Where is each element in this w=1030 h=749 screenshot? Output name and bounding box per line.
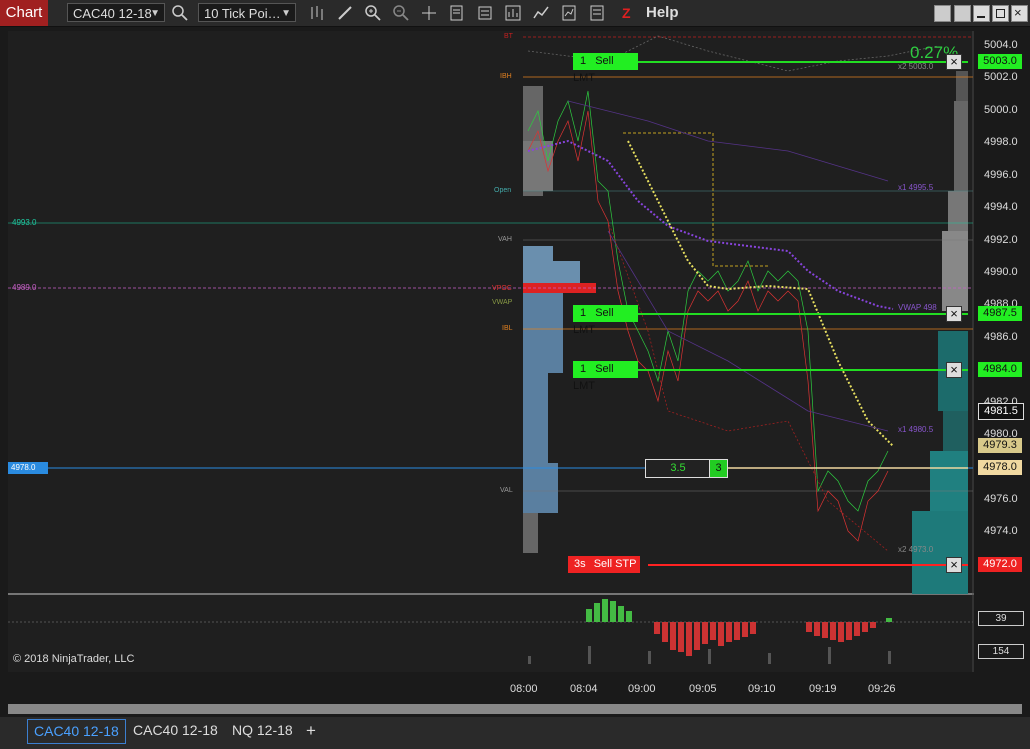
crosshair-icon[interactable] bbox=[420, 4, 438, 22]
price-flag-order-3[interactable]: 4984.0 bbox=[978, 362, 1022, 377]
time-axis[interactable]: 08:00 08:04 09:00 09:05 09:10 09:19 09:2… bbox=[8, 681, 974, 701]
indicator-label-x1-upper: x1 4995.5 bbox=[898, 183, 934, 192]
maximize-button[interactable] bbox=[992, 5, 1009, 22]
order-qty: 1 bbox=[580, 307, 587, 319]
order-sell-lmt-2[interactable]: 1 Sell LMT bbox=[573, 305, 638, 336]
profile-label-vpoc: VPOC bbox=[492, 285, 512, 292]
order-qty: 3s bbox=[574, 558, 586, 570]
z-order-icon[interactable]: Z bbox=[622, 5, 636, 21]
bar-type-selector[interactable]: 10 Tick Poi… ▼ bbox=[198, 3, 296, 22]
order-qty: 1 bbox=[580, 55, 587, 67]
profile-label-val: VAL bbox=[500, 487, 513, 494]
bar-type-selector-value: 10 Tick Poi… bbox=[204, 6, 281, 21]
zoom-out-icon[interactable] bbox=[392, 4, 410, 22]
cancel-order-1-button[interactable]: × bbox=[946, 54, 962, 70]
add-tab-button[interactable]: + bbox=[300, 719, 322, 742]
order-sell-stp[interactable]: 3s Sell STP bbox=[568, 556, 640, 573]
price-tick: 4992.0 bbox=[984, 234, 1018, 246]
chart-toolbar: Chart CAC40 12-18 ▼ 10 Tick Poi… ▼ Z Hel… bbox=[0, 0, 1030, 27]
time-tick: 09:05 bbox=[689, 683, 717, 695]
indicator-label-x2-bottom: x2 4973.0 bbox=[898, 545, 934, 554]
time-tick: 08:00 bbox=[510, 683, 538, 695]
price-tick: 5000.0 bbox=[984, 104, 1018, 116]
profile-label-vah: VAH bbox=[498, 236, 512, 243]
level-label-blue-text: 4978.0 bbox=[11, 463, 36, 472]
window-option-button[interactable] bbox=[954, 5, 971, 22]
price-tick: 4976.0 bbox=[984, 493, 1018, 505]
copyright-text: © 2018 NinjaTrader, LLC bbox=[13, 653, 135, 665]
instrument-selector[interactable]: CAC40 12-18 ▼ bbox=[67, 3, 165, 22]
profile-label-vwap: VWAP bbox=[492, 299, 513, 306]
price-flag-order-2[interactable]: 4987.5 bbox=[978, 306, 1022, 321]
draw-icon[interactable] bbox=[336, 4, 354, 22]
profile-label-ibh: IBH bbox=[500, 73, 512, 80]
price-tick: 4994.0 bbox=[984, 201, 1018, 213]
templates-icon[interactable] bbox=[560, 4, 578, 22]
horizontal-scrollbar[interactable] bbox=[8, 704, 1022, 714]
level-label-green: 4993.0 bbox=[12, 218, 37, 227]
price-tick: 4986.0 bbox=[984, 331, 1018, 343]
window-title[interactable]: Chart bbox=[0, 0, 48, 26]
price-tick: 5002.0 bbox=[984, 71, 1018, 83]
instrument-selector-value: CAC40 12-18 bbox=[73, 6, 152, 21]
profile-label-bt: BT bbox=[504, 33, 513, 40]
tab-cac40[interactable]: CAC40 12-18 bbox=[127, 719, 224, 742]
profile-label-open: Open bbox=[494, 187, 512, 194]
time-tick: 09:00 bbox=[628, 683, 656, 695]
order-qty: 1 bbox=[580, 363, 587, 375]
price-axis[interactable]: 5004.0 5002.0 5000.0 4998.0 4996.0 4994.… bbox=[974, 31, 1030, 672]
indicator-label-x1-lower: x1 4980.5 bbox=[898, 425, 934, 434]
order-label: Sell STP bbox=[593, 558, 637, 570]
time-tick: 08:04 bbox=[570, 683, 598, 695]
chart-canvas bbox=[8, 31, 974, 674]
price-tick: 4990.0 bbox=[984, 266, 1018, 278]
price-flag-position: 4978.0 bbox=[978, 460, 1022, 475]
price-flag-stop[interactable]: 4972.0 bbox=[978, 557, 1022, 572]
price-tick: 4998.0 bbox=[984, 136, 1018, 148]
level-label-blue: 4978.0 bbox=[8, 462, 48, 474]
cancel-order-2-button[interactable]: × bbox=[946, 306, 962, 322]
help-menu[interactable]: Help bbox=[646, 4, 679, 21]
zoom-in-icon[interactable] bbox=[364, 4, 382, 22]
chart-trader-icon[interactable] bbox=[588, 4, 606, 22]
tab-nq[interactable]: NQ 12-18 bbox=[226, 719, 299, 742]
indicators-icon[interactable] bbox=[532, 4, 550, 22]
cancel-order-4-button[interactable]: × bbox=[946, 557, 962, 573]
chart-panel[interactable]: 0.27% © 2018 NinjaTrader, LLC 4993.0 498… bbox=[8, 31, 974, 674]
search-icon[interactable] bbox=[171, 4, 189, 22]
price-flag-ma: 4979.3 bbox=[978, 438, 1022, 453]
time-tick: 09:10 bbox=[748, 683, 776, 695]
strategies-icon[interactable] bbox=[504, 4, 522, 22]
level-label-pink: 4989.0 bbox=[12, 283, 37, 292]
tab-cac40-active[interactable]: CAC40 12-18 bbox=[27, 719, 126, 744]
price-tick: 5004.0 bbox=[984, 39, 1018, 51]
data-box-icon[interactable] bbox=[448, 4, 466, 22]
minimize-button[interactable] bbox=[973, 5, 990, 22]
profile-label-ibl: IBL bbox=[502, 325, 513, 332]
order-sell-lmt-1[interactable]: 1 Sell LMT bbox=[573, 53, 638, 84]
cancel-order-3-button[interactable]: × bbox=[946, 362, 962, 378]
bar-type-icon[interactable] bbox=[308, 4, 326, 22]
indicator-label-vwap: VWAP 498 bbox=[898, 303, 937, 312]
price-flag-last: 4981.5 bbox=[978, 403, 1024, 420]
chevron-down-icon: ▼ bbox=[150, 8, 160, 19]
lower-panel-value-2: 154 bbox=[978, 644, 1024, 659]
time-tick: 09:19 bbox=[809, 683, 837, 695]
price-flag-order-1[interactable]: 5003.0 bbox=[978, 54, 1022, 69]
price-tick: 4974.0 bbox=[984, 525, 1018, 537]
time-tick: 09:26 bbox=[868, 683, 896, 695]
position-qty[interactable]: 3 bbox=[709, 459, 728, 478]
lower-panel-value-1: 39 bbox=[978, 611, 1024, 626]
tab-bar: CAC40 12-18 CAC40 12-18 NQ 12-18 + bbox=[0, 717, 1030, 749]
price-tick: 4996.0 bbox=[984, 169, 1018, 181]
indicator-label-x2-top: x2 5003.0 bbox=[898, 62, 934, 71]
close-button[interactable]: × bbox=[1011, 5, 1028, 22]
properties-icon[interactable] bbox=[476, 4, 494, 22]
chevron-down-icon: ▼ bbox=[281, 8, 291, 19]
pin-window-button[interactable] bbox=[934, 5, 951, 22]
position-avg-price[interactable]: 3.5 bbox=[645, 459, 711, 478]
order-sell-lmt-3[interactable]: 1 Sell LMT bbox=[573, 361, 638, 392]
